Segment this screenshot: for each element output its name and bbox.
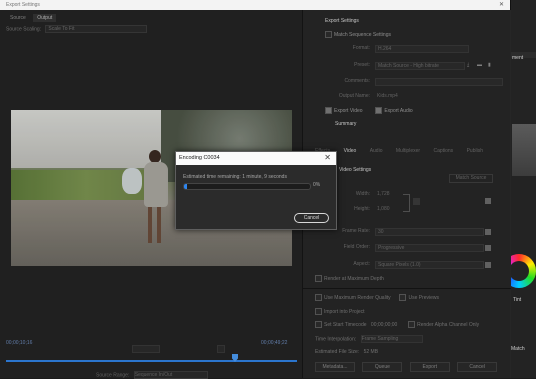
- encoding-progress-bar: [183, 183, 311, 190]
- encoding-dialog: Encoding C0034 ✕ Estimated time remainin…: [175, 151, 337, 230]
- cancel-encoding-button[interactable]: Cancel: [294, 213, 329, 223]
- window-title: Export Settings: [6, 2, 40, 8]
- window-close-icon[interactable]: ✕: [499, 1, 504, 8]
- progress-percent: 0%: [313, 182, 321, 188]
- dialog-close-icon[interactable]: ✕: [324, 153, 331, 162]
- time-remaining-text: Estimated time remaining: 1 minute, 9 se…: [183, 174, 287, 180]
- dialog-titlebar: Encoding C0034 ✕: [176, 152, 336, 165]
- tint-label: Tint: [513, 297, 522, 303]
- background-thumbnail: [512, 124, 536, 176]
- window-titlebar: Export Settings ✕: [0, 0, 510, 10]
- match-label: Match: [511, 346, 525, 352]
- dialog-title: Encoding C0034: [179, 155, 220, 161]
- background-ment-label: ment: [512, 55, 524, 61]
- progress-fill: [184, 184, 187, 189]
